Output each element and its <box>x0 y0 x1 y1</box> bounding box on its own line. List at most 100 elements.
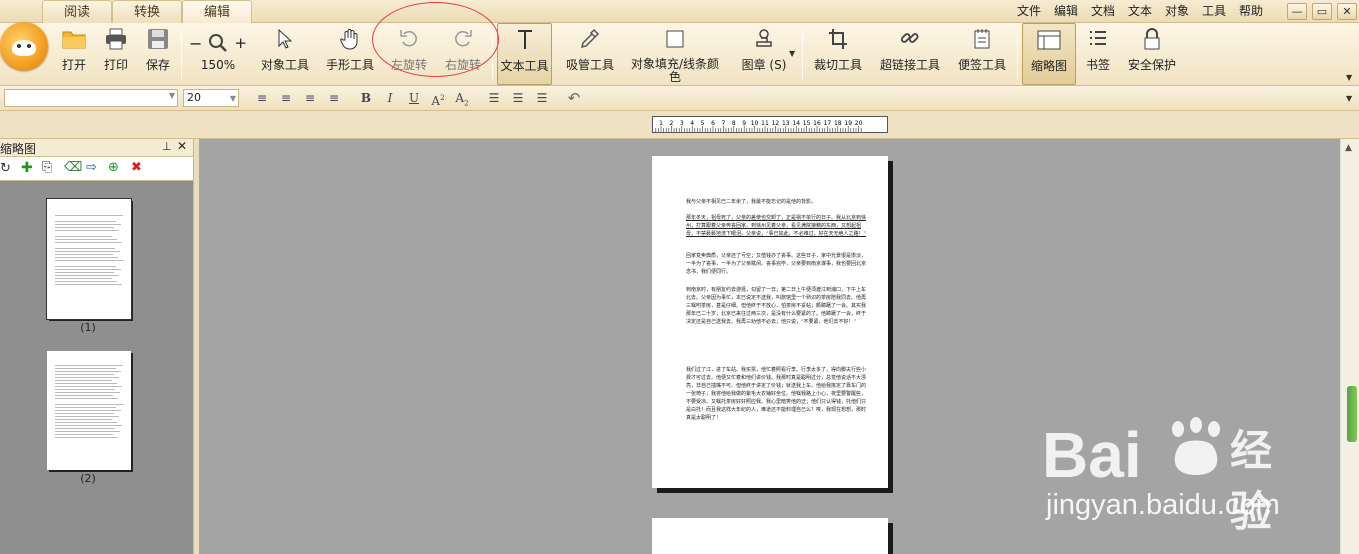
zoom-level[interactable]: 150% <box>186 58 250 72</box>
ruler-tick-label: 11 <box>761 120 769 127</box>
bold-icon[interactable]: B <box>357 89 375 107</box>
scrollbar-thumb[interactable] <box>1347 386 1357 442</box>
security-button[interactable]: 安全保护 <box>1124 23 1180 85</box>
ruler-tick-label: 15 <box>803 120 811 127</box>
eyedropper-button[interactable]: 吸管工具 <box>562 23 618 85</box>
app-logo[interactable] <box>0 22 48 70</box>
save-button[interactable]: 保存 <box>142 23 174 85</box>
erase-page-icon[interactable]: ⌫ <box>64 160 82 175</box>
align-left-icon[interactable]: ≡ <box>253 89 271 107</box>
font-size-select[interactable]: 20 ▼ <box>183 89 239 107</box>
paragraph-spacing-icon[interactable]: ☰ <box>509 89 527 107</box>
hyperlink-tool-button[interactable]: 超链接工具 <box>876 23 944 85</box>
thumbnail-text-line <box>55 248 115 249</box>
tab-bar: 阅读 转换 编辑 文件 编辑 文档 文本 对象 工具 帮助 — ▭ ✕ <box>0 0 1359 70</box>
thumbnail-toolbar: ↻ ✚ ⎘ ⌫ ⇨ ⊕ ✖ <box>0 157 193 181</box>
zoom-out-icon[interactable]: − <box>189 34 202 53</box>
bookmarks-button[interactable]: 书签 <box>1082 23 1114 85</box>
ruler-tick-label: 9 <box>742 120 746 127</box>
menu-text[interactable]: 文本 <box>1128 2 1152 20</box>
maximize-button[interactable]: ▭ <box>1312 3 1332 20</box>
superscript-icon[interactable]: A2 <box>429 89 447 108</box>
align-center-icon[interactable]: ≡ <box>277 89 295 107</box>
menu-help[interactable]: 帮助 <box>1239 2 1263 20</box>
stamp-icon <box>734 28 794 58</box>
insert-from-file-icon[interactable]: ⎘ <box>42 160 52 175</box>
panel-title: 缩略图 <box>0 142 37 156</box>
thumbnail-text-line <box>55 374 114 375</box>
crop-tool-label: 裁切工具 <box>813 58 862 72</box>
format-collapse-icon[interactable]: ▼ <box>1346 94 1352 103</box>
document-page-2[interactable] <box>652 518 888 554</box>
stamp-dropdown-icon[interactable]: ▼ <box>789 49 795 58</box>
print-button[interactable]: 打印 <box>100 23 132 85</box>
horizontal-ruler[interactable]: 1 2 3 4 5 6 7 8 9 10 11 12 13 14 15 16 17 18 19 20 <box>652 116 888 133</box>
split-page-icon[interactable]: ⊕ <box>108 160 119 175</box>
close-button[interactable]: ✕ <box>1337 3 1357 20</box>
fill-line-color-button[interactable]: 对象填充/线条颜色 <box>628 23 722 85</box>
magnifier-icon[interactable] <box>208 33 228 53</box>
ruler-tick-label: 7 <box>721 120 725 127</box>
subscript-icon[interactable]: A2 <box>453 89 471 107</box>
hand-tool-button[interactable]: 手形工具 <box>322 23 378 85</box>
tab-edit[interactable]: 编辑 <box>182 0 252 23</box>
zoom-in-icon[interactable]: + <box>234 34 247 52</box>
color-square-icon <box>628 28 722 58</box>
tab-read[interactable]: 阅读 <box>42 0 112 23</box>
document-page-1[interactable]: 我与父亲不相见已二年余了，我最不能忘记的是他的背影。 那年冬天，祖母死了，父亲的… <box>652 156 888 488</box>
text-tool-button[interactable]: 文本工具 <box>497 23 552 85</box>
extract-page-icon[interactable]: ⇨ <box>86 160 97 175</box>
thumbnail-panel-icon <box>1023 29 1075 59</box>
note-tool-button[interactable]: 便签工具 <box>954 23 1010 85</box>
security-label: 安全保护 <box>1127 58 1176 72</box>
paragraph-2-selected[interactable]: 那年冬天，祖母死了，父亲的差使也交卸了，正是祸不单行的日子。我从北京到徐州，打算… <box>686 214 870 247</box>
page-label-1: (1) <box>80 321 96 334</box>
minimize-button[interactable]: — <box>1287 3 1307 20</box>
thumbnail-text-line <box>55 221 116 222</box>
thumbnail-text-line <box>55 422 117 423</box>
indent-icon[interactable]: ☰ <box>533 89 551 107</box>
chevron-down-icon: ▼ <box>229 94 236 103</box>
pin-icon[interactable]: ⊥ <box>162 140 172 153</box>
vertical-scrollbar[interactable]: ▲ <box>1340 139 1359 554</box>
ruler-tick-label: 18 <box>834 120 842 127</box>
object-tool-button[interactable]: 对象工具 <box>256 23 314 85</box>
open-button[interactable]: 打开 <box>58 23 90 85</box>
watermark-brand: Bai <box>1042 419 1142 491</box>
format-toolbar: ▼ 20 ▼ ≡ ≡ ≡ ≡ B I U A2 A2 ☰ ☰ ☰ ↶ ▼ <box>0 86 1359 111</box>
menu-document[interactable]: 文档 <box>1091 2 1115 20</box>
tab-convert[interactable]: 转换 <box>112 0 182 23</box>
undo-icon[interactable]: ↶ <box>565 89 583 107</box>
close-icon[interactable]: ✕ <box>177 139 187 153</box>
font-family-select[interactable]: ▼ <box>4 89 178 107</box>
line-spacing-icon[interactable]: ☰ <box>485 89 503 107</box>
annotation-ellipse <box>372 2 499 77</box>
insert-page-icon[interactable]: ✚ <box>21 160 33 176</box>
underline-icon[interactable]: U <box>405 89 423 107</box>
save-label: 保存 <box>145 58 170 72</box>
rotate-page-icon[interactable]: ↻ <box>0 161 11 176</box>
align-right-icon[interactable]: ≡ <box>301 89 319 107</box>
note-icon <box>954 28 1010 58</box>
menu-edit[interactable]: 编辑 <box>1054 2 1078 20</box>
thumbnail-text-line <box>55 239 117 240</box>
menu-file[interactable]: 文件 <box>1017 2 1041 20</box>
thumbnail-text-line <box>55 398 118 399</box>
delete-page-icon[interactable]: ✖ <box>131 160 142 175</box>
page-thumbnail-2[interactable] <box>47 351 131 470</box>
thumbnail-text-line <box>55 428 115 429</box>
ruler-tick-label: 4 <box>690 120 694 127</box>
stamp-button[interactable]: 图章 (S) <box>734 23 794 85</box>
menu-object[interactable]: 对象 <box>1165 2 1189 20</box>
crop-tool-button[interactable]: 裁切工具 <box>810 23 866 85</box>
align-justify-icon[interactable]: ≡ <box>325 89 343 107</box>
text-cursor-icon <box>498 29 551 59</box>
thumbnails-button[interactable]: 缩略图 <box>1022 23 1076 85</box>
thumbnail-text-line <box>55 224 121 225</box>
baidu-watermark: Bai 经验 jingyan.baidu.com <box>1042 405 1302 536</box>
italic-icon[interactable]: I <box>381 89 399 107</box>
ribbon-collapse-icon[interactable]: ▼ <box>1346 73 1352 82</box>
scroll-up-icon[interactable]: ▲ <box>1345 143 1352 153</box>
page-thumbnail-1[interactable] <box>46 198 132 320</box>
menu-tools[interactable]: 工具 <box>1202 2 1226 20</box>
